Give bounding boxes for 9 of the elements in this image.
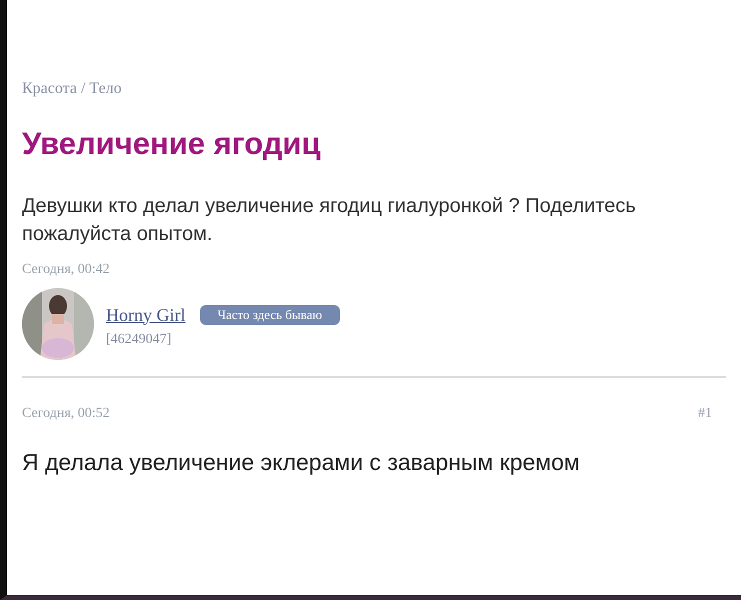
user-id: [46249047]	[106, 332, 172, 348]
username-link[interactable]: Horny Girl	[106, 304, 186, 326]
reply-text: Я делала увеличение эклерами с заварным кремом	[22, 448, 581, 477]
reply-time: Сегодня, 00:52	[22, 406, 110, 422]
topic-title: Увеличение ягодиц	[22, 126, 322, 162]
post-time: Сегодня, 00:42	[22, 262, 111, 278]
reply-number: #1	[698, 406, 712, 422]
topic-text: Девушки кто делал увеличение ягодиц гиалуронкой ? Поделитесь пожалуйста опытом.	[22, 194, 637, 247]
status-badge: Часто здесь бываю	[200, 305, 340, 325]
